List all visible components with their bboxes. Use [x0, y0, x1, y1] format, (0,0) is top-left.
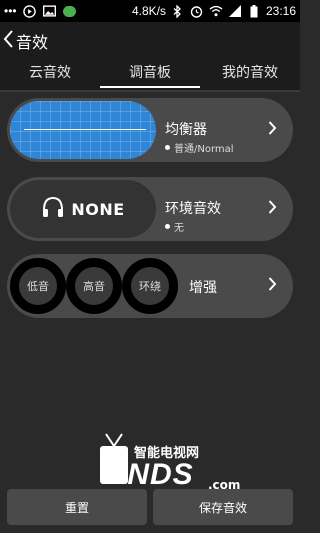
- surround-preview: NONE: [10, 180, 156, 238]
- play-circle-icon: [23, 4, 37, 18]
- wifi-icon: [209, 4, 223, 18]
- tab-my-effects[interactable]: 我的音效: [200, 62, 300, 90]
- clock: 23:16: [265, 4, 296, 18]
- tab-cloud-effects[interactable]: 云音效: [0, 62, 100, 90]
- image-icon: [43, 4, 57, 18]
- enhance-label: 增强: [189, 280, 217, 296]
- enhance-card[interactable]: 低音 高音 环绕 增强: [7, 254, 293, 318]
- signal-icon: [228, 4, 242, 18]
- headphones-icon: [41, 196, 65, 222]
- bullet-dot: [165, 224, 170, 229]
- equalizer-curve: [24, 129, 146, 130]
- reset-button[interactable]: 重置: [7, 489, 147, 525]
- bullet-dot: [165, 145, 170, 150]
- bass-knob[interactable]: 低音: [10, 258, 66, 314]
- tab-bar: 云音效 调音板 我的音效: [0, 62, 300, 90]
- bluetooth-icon: [171, 4, 185, 18]
- surround-card[interactable]: NONE 环境音效 无: [7, 177, 293, 241]
- equalizer-label: 均衡器: [165, 122, 207, 138]
- surround-badge: NONE: [71, 199, 125, 219]
- notification-dots: •••: [4, 4, 17, 18]
- chevron-right-icon: [268, 199, 277, 219]
- surround-label: 环境音效: [165, 201, 221, 217]
- tab-tuning-board[interactable]: 调音板: [100, 62, 200, 90]
- save-effect-button[interactable]: 保存音效: [153, 489, 293, 525]
- treble-knob[interactable]: 高音: [66, 258, 122, 314]
- chevron-right-icon: [268, 120, 277, 140]
- equalizer-card[interactable]: 均衡器 普通/Normal: [7, 98, 293, 162]
- battery-icon: [247, 4, 261, 18]
- app-header: 音效: [0, 22, 300, 62]
- chevron-right-icon: [268, 276, 277, 296]
- equalizer-preview: [10, 101, 156, 159]
- back-button[interactable]: 音效: [2, 28, 48, 54]
- tab-divider: [0, 90, 300, 92]
- status-bar: ••• 4.8K/s 23:16: [0, 0, 300, 22]
- equalizer-value: 普通/Normal: [165, 140, 234, 155]
- watermark-main: ZNDS: [108, 458, 194, 491]
- chevron-left-icon: [2, 28, 14, 54]
- alarm-icon: [190, 4, 204, 18]
- wechat-icon: [63, 4, 77, 18]
- surround-knob[interactable]: 环绕: [122, 258, 178, 314]
- page-title: 音效: [16, 33, 49, 52]
- network-speed: 4.8K/s: [131, 4, 166, 18]
- surround-value: 无: [165, 219, 184, 234]
